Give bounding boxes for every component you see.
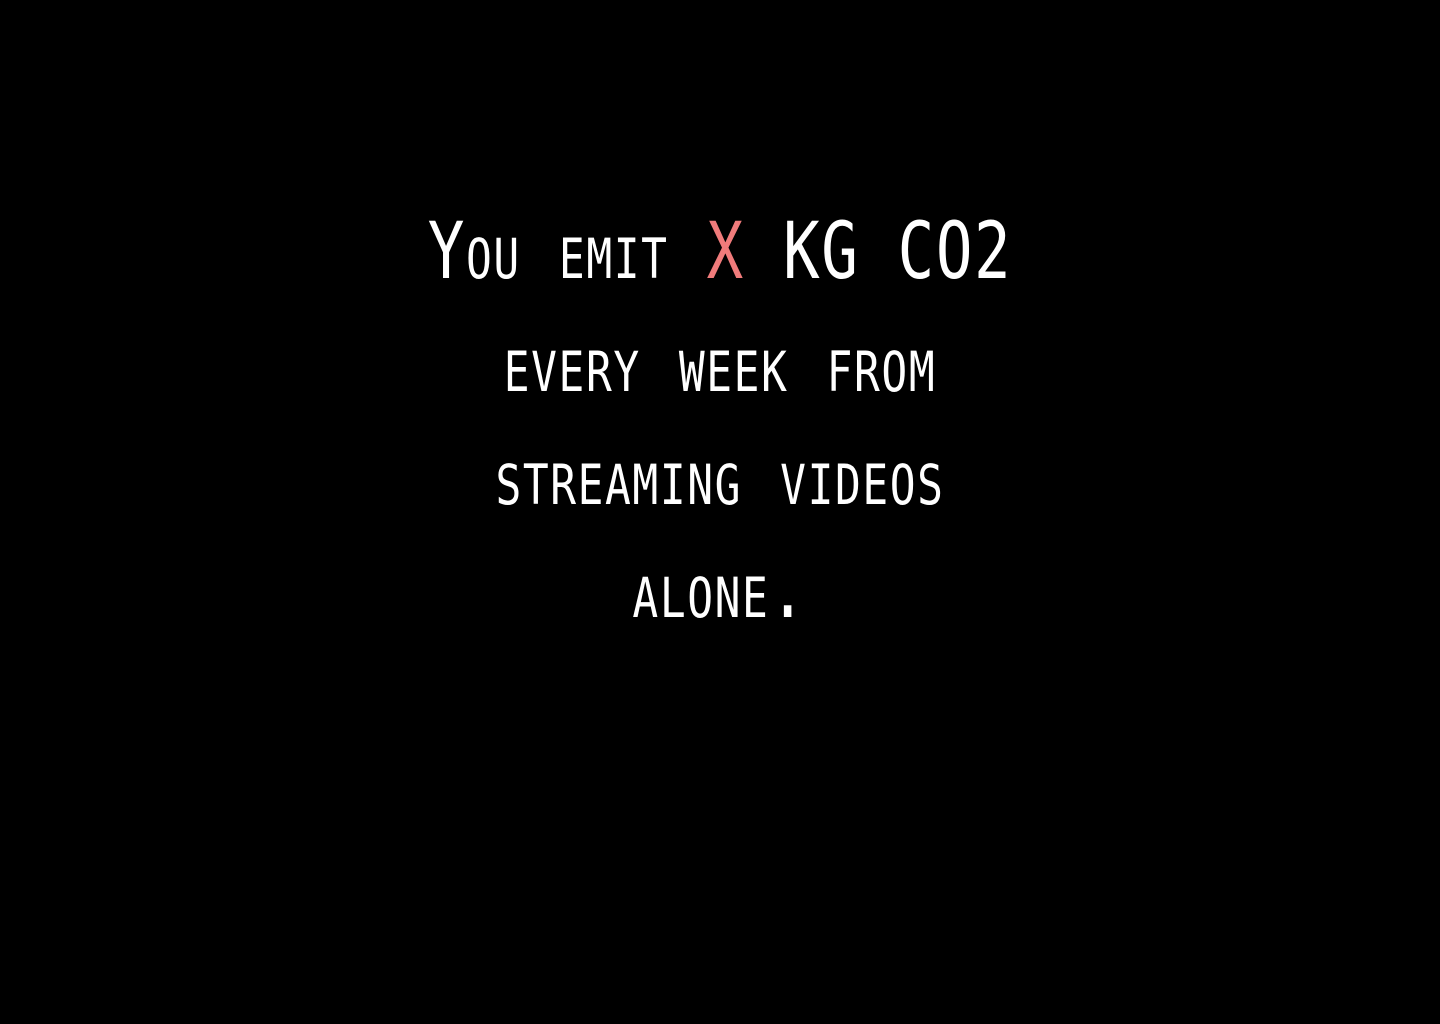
message-line-3: streaming videos [495,433,945,523]
emission-value: X [706,207,745,297]
emission-message: You emit X KG CO2 every week from stream… [408,196,1032,648]
message-line-1: You emit X KG CO2 [408,196,1032,309]
message-prefix: You emit [427,207,707,297]
emission-screen: You emit X KG CO2 every week from stream… [0,0,1440,1024]
message-unit: KG CO2 [744,207,1013,297]
message-line-2: every week from [503,320,937,410]
message-line-4: alone. [632,546,808,636]
